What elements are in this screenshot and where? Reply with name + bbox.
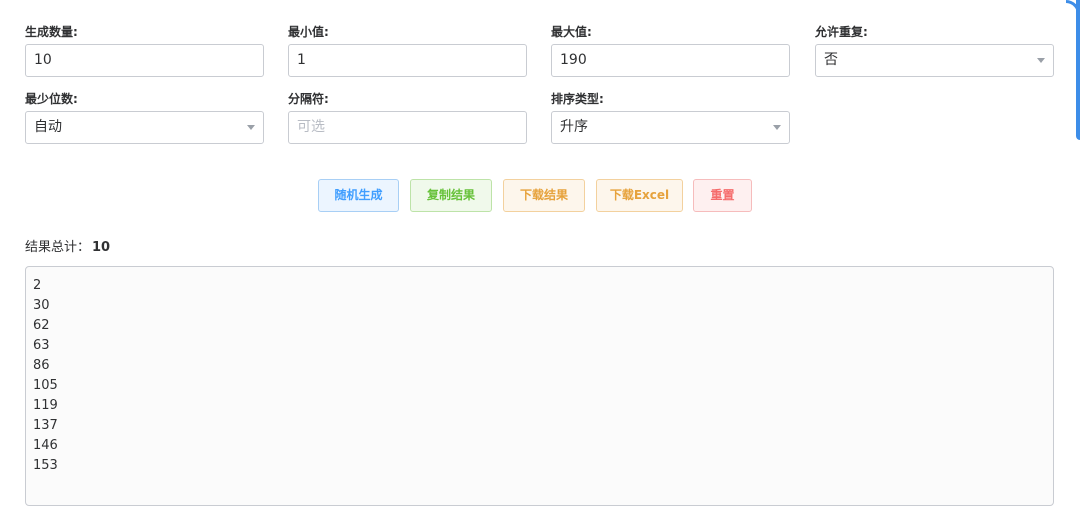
count-input[interactable]: 10 (25, 44, 264, 77)
result-line: 105 (33, 378, 58, 393)
repeat-label: 允许重复: (815, 25, 868, 39)
separator-field: 分隔符: 可选 (288, 91, 527, 144)
result-line: 137 (33, 418, 58, 433)
result-line: 2 (33, 278, 42, 293)
min-label: 最小值: (288, 25, 329, 39)
chevron-down-icon (1037, 58, 1045, 63)
min-field: 最小值: 1 (288, 24, 527, 77)
result-total-value: 10 (92, 240, 111, 255)
separator-input[interactable]: 可选 (288, 111, 527, 144)
count-field: 生成数量: 10 (25, 24, 264, 77)
repeat-select-value: 否 (824, 52, 838, 68)
sort-field: 排序类型: 升序 (551, 91, 790, 144)
result-total-label: 结果总计： (25, 240, 91, 255)
sort-select-value: 升序 (560, 119, 588, 135)
result-textarea[interactable]: 2 30 62 63 86 105 119 137 146 153 (25, 266, 1054, 506)
sort-label: 排序类型: (551, 92, 604, 106)
min-input[interactable]: 1 (288, 44, 527, 77)
max-field: 最大值: 190 (551, 24, 790, 77)
sort-select[interactable]: 升序 (551, 111, 790, 144)
max-label: 最大值: (551, 25, 592, 39)
result-line: 146 (33, 438, 58, 453)
download-excel-button[interactable]: 下载Excel (596, 179, 683, 212)
count-label: 生成数量: (25, 25, 78, 39)
result-line: 30 (33, 298, 50, 313)
result-line: 63 (33, 338, 50, 353)
max-input[interactable]: 190 (551, 44, 790, 77)
repeat-select[interactable]: 否 (815, 44, 1054, 77)
digits-select[interactable]: 自动 (25, 111, 264, 144)
digits-select-value: 自动 (34, 119, 62, 135)
download-button[interactable]: 下载结果 (503, 179, 585, 212)
result-total: 结果总计： 10 (25, 240, 110, 256)
scrollbar[interactable] (1076, 0, 1080, 140)
chevron-down-icon (247, 125, 255, 130)
separator-label: 分隔符: (288, 92, 329, 106)
copy-button[interactable]: 复制结果 (410, 179, 492, 212)
result-line: 86 (33, 358, 50, 373)
digits-field: 最少位数: 自动 (25, 91, 264, 144)
result-line: 62 (33, 318, 50, 333)
reset-button[interactable]: 重置 (693, 179, 752, 212)
generate-button[interactable]: 随机生成 (318, 179, 399, 212)
result-line: 153 (33, 458, 58, 473)
digits-label: 最少位数: (25, 92, 78, 106)
result-line: 119 (33, 398, 58, 413)
chevron-down-icon (773, 125, 781, 130)
repeat-field: 允许重复: 否 (815, 24, 1054, 77)
